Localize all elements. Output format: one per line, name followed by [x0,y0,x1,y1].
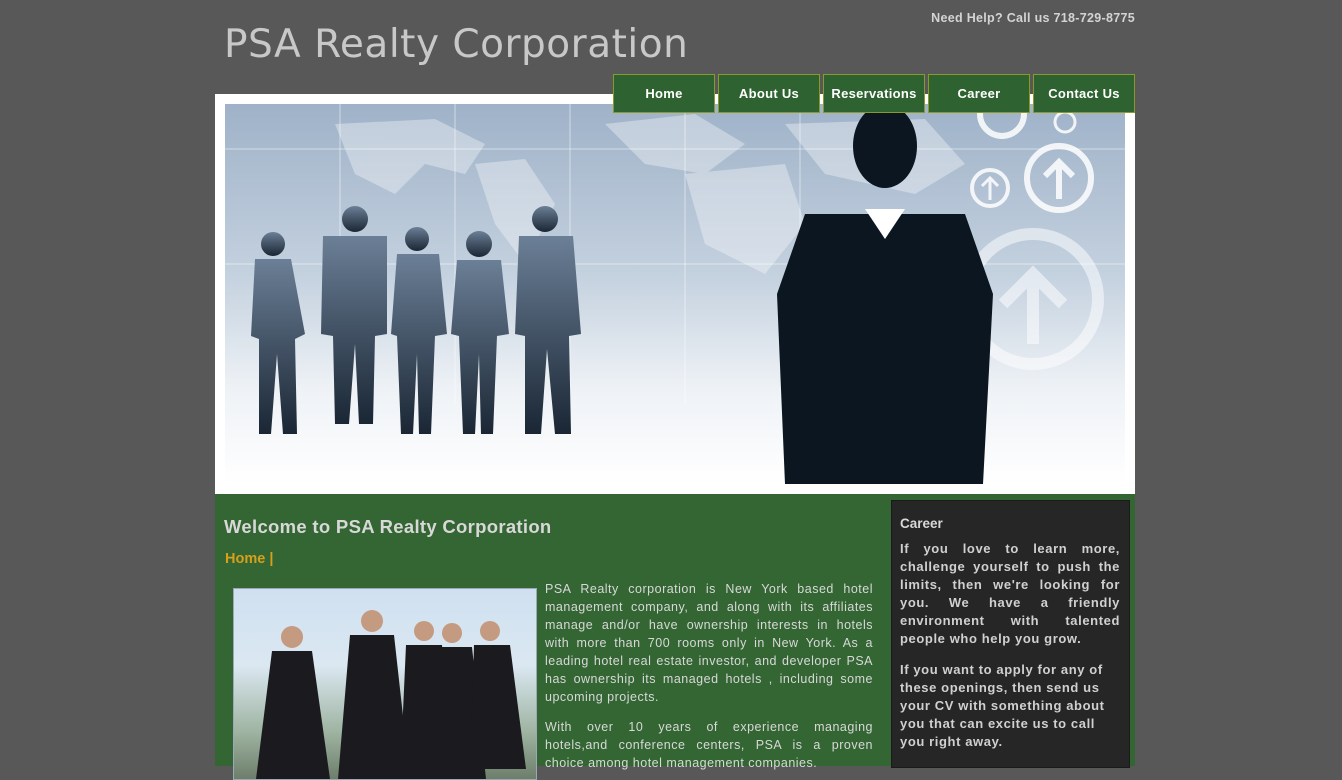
banner-image [225,104,1125,484]
career-sidebar: Career If you love to learn more, challe… [891,500,1130,768]
main-nav: Home About Us Reservations Career Contac… [613,74,1135,113]
experience-paragraph: With over 10 years of experience managin… [545,720,873,770]
person-silhouette [515,206,581,434]
person-silhouette [321,206,387,424]
team-silhouettes [251,206,581,434]
nav-career[interactable]: Career [928,74,1030,113]
sidebar-paragraph: If you want to apply for any of these op… [900,662,1105,749]
page-heading: Welcome to PSA Realty Corporation [224,516,552,537]
person-figure [338,610,410,779]
banner-frame [215,94,1135,494]
site-title[interactable]: PSA Realty Corporation [224,22,688,67]
staff-group-image [256,610,526,779]
nav-reservations[interactable]: Reservations [823,74,925,113]
sidebar-title: Career [900,516,943,531]
nav-home[interactable]: Home [613,74,715,113]
person-silhouette [251,232,305,434]
main-content: Welcome to PSA Realty Corporation Home |… [215,494,1135,780]
person-silhouette [391,227,447,434]
nav-about-us[interactable]: About Us [718,74,820,113]
person-silhouette [451,231,509,434]
nav-contact-us[interactable]: Contact Us [1033,74,1135,113]
sidebar-paragraph: If you love to learn more, challenge you… [900,541,1120,646]
staff-photo [233,588,537,780]
breadcrumb[interactable]: Home | [225,551,273,567]
intro-paragraph: PSA Realty corporation is New York based… [545,582,873,704]
page-wrapper: Need Help? Call us 718-729-8775 PSA Real… [215,0,1135,780]
help-phone: Need Help? Call us 718-729-8775 [931,11,1135,25]
business-silhouettes-illustration [225,104,1125,484]
person-figure [256,626,330,779]
person-figure [470,621,526,769]
